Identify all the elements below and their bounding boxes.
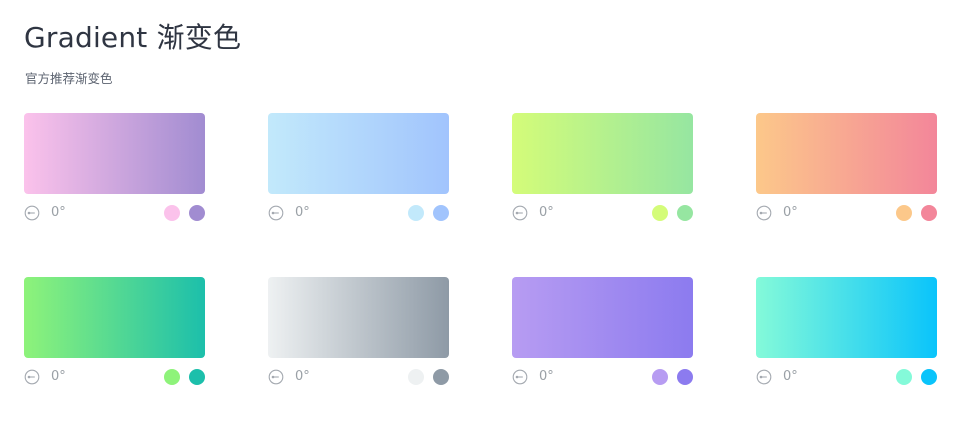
end-color-dot[interactable] [189, 368, 205, 385]
angle-icon[interactable] [756, 205, 772, 221]
angle-label: 0° [539, 205, 554, 220]
angle-label: 0° [783, 205, 798, 220]
gradient-swatch[interactable] [268, 113, 449, 194]
angle-icon[interactable] [24, 369, 40, 385]
start-color-dot[interactable] [164, 368, 180, 385]
start-color-dot[interactable] [896, 368, 912, 385]
end-color-dot[interactable] [433, 368, 449, 385]
start-color-dot[interactable] [164, 204, 180, 221]
end-color-dot[interactable] [433, 204, 449, 221]
gradient-swatch[interactable] [268, 277, 449, 358]
page-subtitle: 官方推荐渐变色 [25, 71, 113, 86]
page-title: Gradient 渐变色 [24, 21, 242, 54]
angle-icon[interactable] [268, 205, 284, 221]
gradient-card: 0° [756, 113, 937, 221]
end-color-dot[interactable] [677, 368, 693, 385]
end-color-dot[interactable] [921, 368, 937, 385]
gradient-meta: 0° [24, 204, 205, 221]
start-color-dot[interactable] [652, 368, 668, 385]
angle-icon[interactable] [756, 369, 772, 385]
gradient-card: 0° [268, 277, 449, 385]
gradient-card: 0° [512, 113, 693, 221]
gradient-meta: 0° [512, 204, 693, 221]
end-color-dot[interactable] [921, 204, 937, 221]
gradient-swatch[interactable] [756, 277, 937, 358]
end-color-dot[interactable] [189, 204, 205, 221]
gradient-card: 0° [24, 277, 205, 385]
angle-label: 0° [51, 205, 66, 220]
gradient-swatch[interactable] [512, 113, 693, 194]
angle-icon[interactable] [268, 369, 284, 385]
start-color-dot[interactable] [408, 204, 424, 221]
gradient-card: 0° [268, 113, 449, 221]
angle-label: 0° [51, 369, 66, 384]
gradient-card: 0° [24, 113, 205, 221]
angle-icon[interactable] [512, 369, 528, 385]
angle-icon[interactable] [512, 205, 528, 221]
gradient-card: 0° [756, 277, 937, 385]
gradient-meta: 0° [268, 368, 449, 385]
gradient-swatch[interactable] [756, 113, 937, 194]
gradient-meta: 0° [512, 368, 693, 385]
angle-label: 0° [295, 205, 310, 220]
gradient-meta: 0° [756, 204, 937, 221]
gradient-meta: 0° [756, 368, 937, 385]
start-color-dot[interactable] [896, 204, 912, 221]
start-color-dot[interactable] [652, 204, 668, 221]
gradient-meta: 0° [24, 368, 205, 385]
angle-label: 0° [295, 369, 310, 384]
angle-label: 0° [539, 369, 554, 384]
gradient-swatch[interactable] [24, 113, 205, 194]
gradient-card: 0° [512, 277, 693, 385]
start-color-dot[interactable] [408, 368, 424, 385]
gradient-meta: 0° [268, 204, 449, 221]
gradient-swatch[interactable] [24, 277, 205, 358]
gradient-grid: 0° 0° 0° 0° 0° 0° 0° 0° [24, 113, 938, 385]
angle-icon[interactable] [24, 205, 40, 221]
angle-label: 0° [783, 369, 798, 384]
gradient-swatch[interactable] [512, 277, 693, 358]
end-color-dot[interactable] [677, 204, 693, 221]
